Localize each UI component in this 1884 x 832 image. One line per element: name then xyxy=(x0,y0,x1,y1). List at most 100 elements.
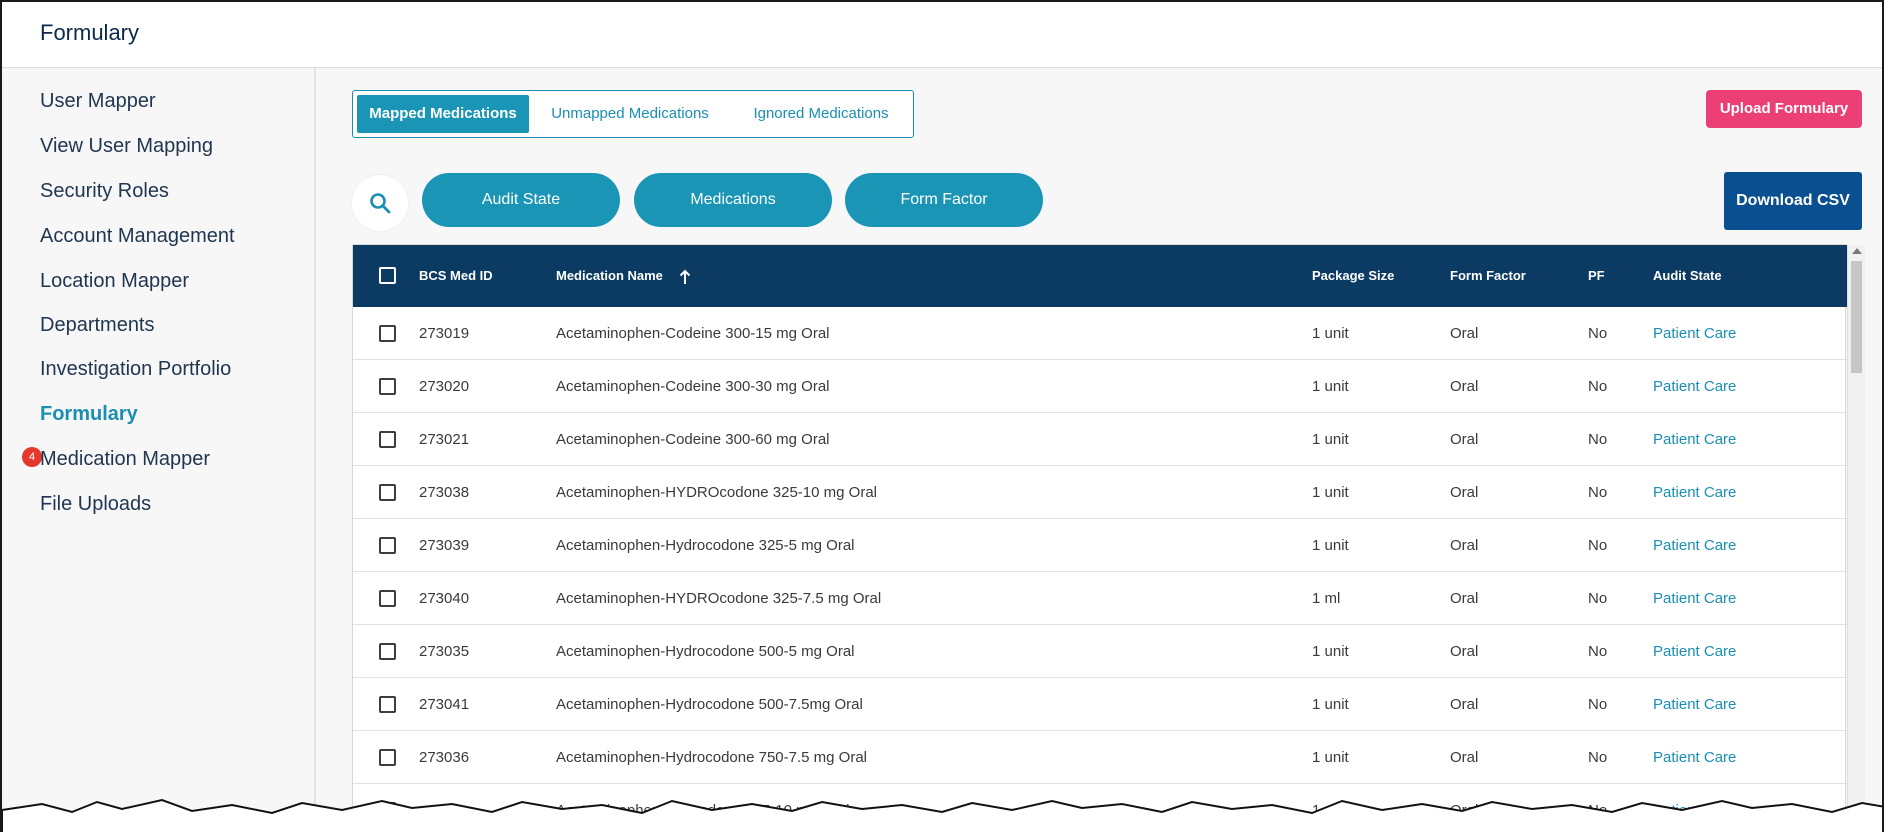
form-factor-cell: Oral xyxy=(1450,643,1479,660)
sidebar-item-account-management[interactable]: Account Management xyxy=(40,225,235,248)
torn-edge xyxy=(2,798,1882,832)
table-row[interactable]: 273035 Acetaminophen-Hydrocodone 500-5 m… xyxy=(353,625,1847,678)
form-factor-cell: Oral xyxy=(1450,696,1479,713)
pf-cell: No xyxy=(1588,696,1608,713)
audit-state-link[interactable]: Patient Care xyxy=(1653,413,1736,466)
audit-state-link[interactable]: Patient Care xyxy=(1653,731,1736,784)
sidebar-item-medication-mapper[interactable]: Medication Mapper xyxy=(40,448,210,471)
table-scrollbar[interactable] xyxy=(1847,245,1865,832)
audit-state-link[interactable]: Patient Care xyxy=(1653,307,1736,360)
audit-state-link[interactable]: Patient Care xyxy=(1653,360,1736,413)
column-header-pf[interactable]: PF xyxy=(1588,245,1605,307)
package-size-cell: 1 unit xyxy=(1312,696,1349,713)
row-checkbox[interactable] xyxy=(379,590,396,607)
select-all-checkbox[interactable] xyxy=(379,267,396,284)
audit-state-filter[interactable]: Audit State xyxy=(422,173,620,227)
row-checkbox[interactable] xyxy=(379,431,396,448)
med-id-cell: 273038 xyxy=(419,484,470,501)
med-id-cell: 273041 xyxy=(419,696,470,713)
table-row[interactable]: 273036 Acetaminophen-Hydrocodone 750-7.5… xyxy=(353,731,1847,784)
package-size-cell: 1 unit xyxy=(1312,749,1349,766)
column-header-medication-name[interactable]: Medication Name xyxy=(556,245,663,307)
pf-cell: No xyxy=(1588,643,1608,660)
notification-badge: 4 xyxy=(22,447,42,467)
tab-mapped-medications[interactable]: Mapped Medications xyxy=(357,95,529,133)
audit-state-link[interactable]: Patient Care xyxy=(1653,572,1736,625)
sidebar-item-location-mapper[interactable]: Location Mapper xyxy=(40,270,189,293)
app-window: Formulary User Mapper View User Mapping … xyxy=(0,0,1884,832)
medication-tabs: Mapped Medications Unmapped Medications … xyxy=(352,90,914,138)
pf-cell: No xyxy=(1588,325,1608,342)
pf-cell: No xyxy=(1588,590,1608,607)
row-checkbox[interactable] xyxy=(379,537,396,554)
table-row[interactable]: 273021 Acetaminophen-Codeine 300-60 mg O… xyxy=(353,413,1847,466)
form-factor-cell: Oral xyxy=(1450,431,1479,448)
audit-state-link[interactable]: Patient Care xyxy=(1653,625,1736,678)
med-id-cell: 273039 xyxy=(419,537,470,554)
table-row[interactable]: 273019 Acetaminophen-Codeine 300-15 mg O… xyxy=(353,307,1847,360)
package-size-cell: 1 ml xyxy=(1312,590,1341,607)
table-row[interactable]: 273038 Acetaminophen-HYDROcodone 325-10 … xyxy=(353,466,1847,519)
tab-unmapped-medications[interactable]: Unmapped Medications xyxy=(539,95,721,133)
row-checkbox[interactable] xyxy=(379,643,396,660)
search-button[interactable] xyxy=(352,175,408,231)
page-title: Formulary xyxy=(40,20,140,45)
package-size-cell: 1 unit xyxy=(1312,484,1349,501)
column-header-audit-state[interactable]: Audit State xyxy=(1653,245,1722,307)
row-checkbox[interactable] xyxy=(379,325,396,342)
package-size-cell: 1 unit xyxy=(1312,431,1349,448)
medication-name-cell: Acetaminophen-Hydrocodone 750-7.5 mg Ora… xyxy=(556,749,868,766)
column-header-package-size[interactable]: Package Size xyxy=(1312,245,1394,307)
arrow-up-icon[interactable] xyxy=(679,269,691,285)
table-row[interactable]: 273040 Acetaminophen-HYDROcodone 325-7.5… xyxy=(353,572,1847,625)
row-checkbox[interactable] xyxy=(379,749,396,766)
scrollbar-thumb[interactable] xyxy=(1851,261,1862,373)
audit-state-link[interactable]: Patient Care xyxy=(1653,519,1736,572)
medications-table: BCS Med ID Medication Name Package Size … xyxy=(352,244,1865,832)
column-header-form-factor[interactable]: Form Factor xyxy=(1450,245,1526,307)
tab-ignored-medications[interactable]: Ignored Medications xyxy=(731,95,911,133)
sidebar-item-user-mapper[interactable]: User Mapper xyxy=(40,90,156,113)
table-row[interactable]: 273039 Acetaminophen-Hydrocodone 325-5 m… xyxy=(353,519,1847,572)
sidebar-item-formulary[interactable]: Formulary xyxy=(40,403,138,426)
sidebar: User Mapper View User Mapping Security R… xyxy=(2,68,316,832)
scroll-up-icon[interactable] xyxy=(1852,248,1862,254)
table-row[interactable]: 273041 Acetaminophen-Hydrocodone 500-7.5… xyxy=(353,678,1847,731)
row-checkbox[interactable] xyxy=(379,696,396,713)
form-factor-filter[interactable]: Form Factor xyxy=(845,173,1043,227)
form-factor-cell: Oral xyxy=(1450,537,1479,554)
medication-name-cell: Acetaminophen-HYDROcodone 325-7.5 mg Ora… xyxy=(556,590,882,607)
row-checkbox[interactable] xyxy=(379,378,396,395)
med-id-cell: 273040 xyxy=(419,590,470,607)
audit-state-link[interactable]: Patient Care xyxy=(1653,678,1736,731)
med-id-cell: 273021 xyxy=(419,431,470,448)
search-icon xyxy=(370,193,391,214)
medication-name-cell: Acetaminophen-Codeine 300-30 mg Oral xyxy=(556,378,830,395)
download-csv-button[interactable]: Download CSV xyxy=(1724,172,1862,230)
audit-state-link[interactable]: Patient Care xyxy=(1653,466,1736,519)
form-factor-cell: Oral xyxy=(1450,484,1479,501)
pf-cell: No xyxy=(1588,749,1608,766)
medication-name-cell: Acetaminophen-Hydrocodone 325-5 mg Oral xyxy=(556,537,855,554)
package-size-cell: 1 unit xyxy=(1312,378,1349,395)
table-row[interactable]: 273020 Acetaminophen-Codeine 300-30 mg O… xyxy=(353,360,1847,413)
package-size-cell: 1 unit xyxy=(1312,537,1349,554)
sidebar-item-departments[interactable]: Departments xyxy=(40,314,155,337)
table-header: BCS Med ID Medication Name Package Size … xyxy=(353,245,1847,307)
sidebar-item-investigation-portfolio[interactable]: Investigation Portfolio xyxy=(40,358,231,381)
medication-name-cell: Acetaminophen-Codeine 300-60 mg Oral xyxy=(556,431,830,448)
pf-cell: No xyxy=(1588,484,1608,501)
form-factor-cell: Oral xyxy=(1450,325,1479,342)
upload-formulary-button[interactable]: Upload Formulary xyxy=(1706,90,1862,128)
medications-filter[interactable]: Medications xyxy=(634,173,832,227)
med-id-cell: 273020 xyxy=(419,378,470,395)
column-header-bcs-med-id[interactable]: BCS Med ID xyxy=(419,245,493,307)
sidebar-item-file-uploads[interactable]: File Uploads xyxy=(40,493,151,516)
sidebar-item-security-roles[interactable]: Security Roles xyxy=(40,180,169,203)
main-content: Mapped Medications Unmapped Medications … xyxy=(316,68,1882,832)
package-size-cell: 1 unit xyxy=(1312,643,1349,660)
top-header: Formulary xyxy=(2,2,1882,68)
form-factor-cell: Oral xyxy=(1450,749,1479,766)
row-checkbox[interactable] xyxy=(379,484,396,501)
sidebar-item-view-user-mapping[interactable]: View User Mapping xyxy=(40,135,213,158)
